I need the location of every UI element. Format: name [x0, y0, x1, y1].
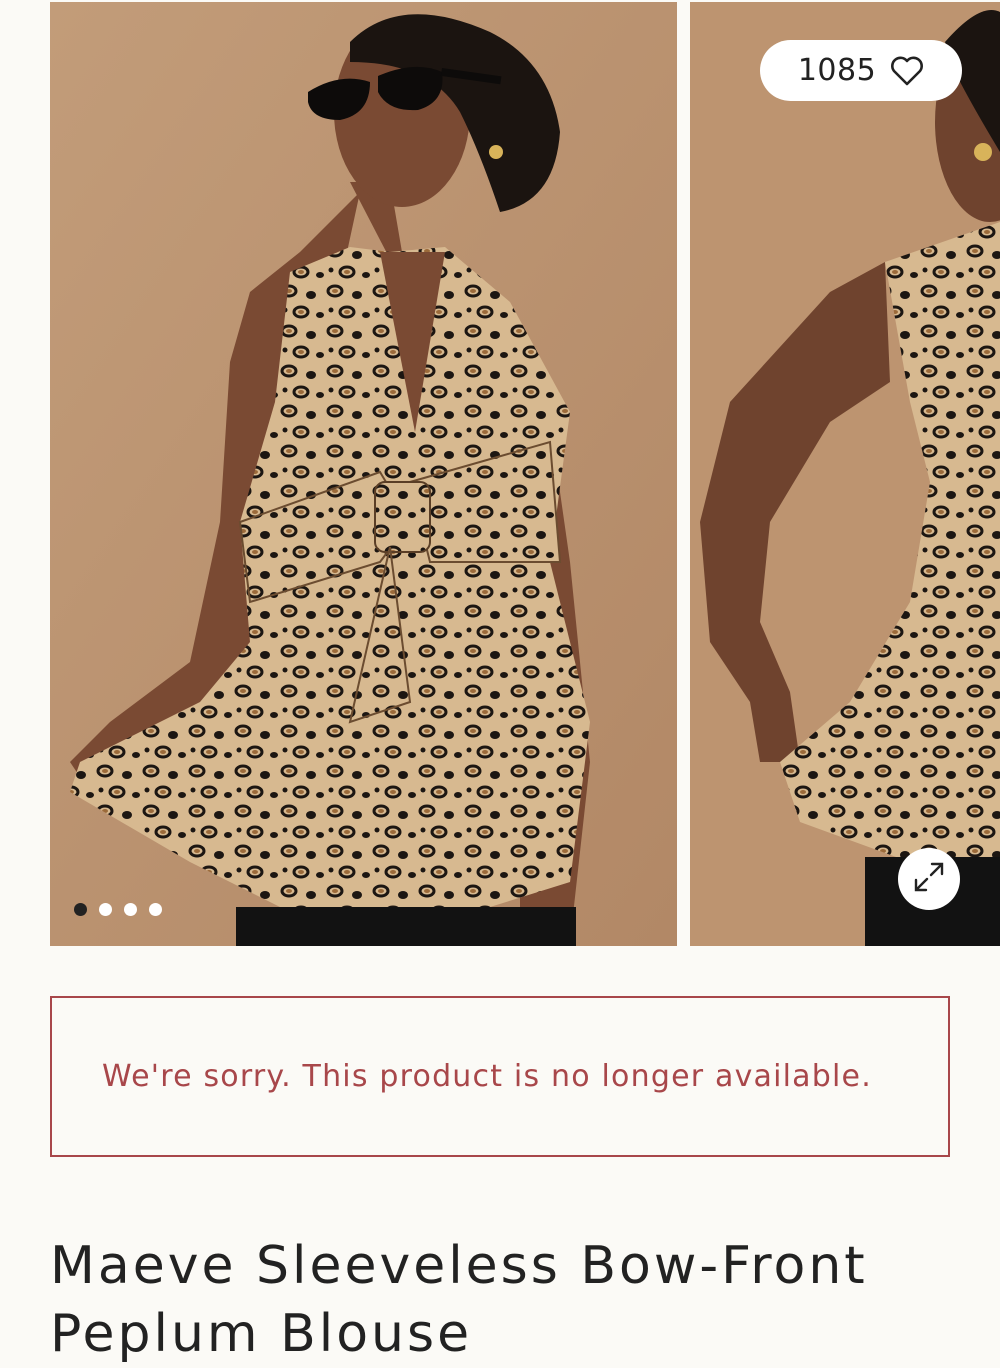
- carousel-dot[interactable]: [99, 903, 112, 916]
- favorite-count: 1085: [797, 53, 877, 88]
- carousel-dot[interactable]: [124, 903, 137, 916]
- product-image-gallery[interactable]: 1085: [0, 0, 1000, 946]
- carousel-dots: [74, 903, 162, 916]
- product-title: Maeve Sleeveless Bow-Front Peplum Blouse: [50, 1236, 868, 1364]
- expand-icon: [912, 860, 946, 898]
- favorite-button[interactable]: 1085: [760, 40, 962, 101]
- carousel-dot[interactable]: [149, 903, 162, 916]
- unavailable-notice: We're sorry. This product is no longer a…: [50, 996, 950, 1157]
- unavailable-message: We're sorry. This product is no longer a…: [102, 1059, 872, 1094]
- carousel-dot[interactable]: [74, 903, 87, 916]
- product-image-secondary[interactable]: [690, 2, 1000, 946]
- heart-icon: [890, 56, 924, 86]
- product-image-main[interactable]: [50, 2, 677, 946]
- expand-image-button[interactable]: [898, 848, 960, 910]
